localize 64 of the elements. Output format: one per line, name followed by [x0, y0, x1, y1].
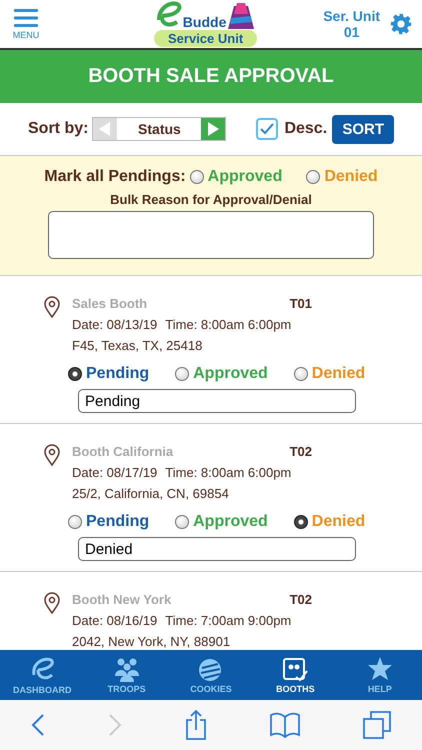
option-label: Approved — [193, 365, 268, 383]
booth-name: Sales Booth — [72, 296, 148, 311]
option-label: Denied — [312, 365, 366, 383]
logo-e-icon — [154, 0, 183, 30]
radio-button[interactable] — [175, 515, 190, 529]
booth-address: 2042, New York, NY, 88901 — [72, 634, 232, 649]
booth-time: Time: 7:00am 9:00pm — [165, 613, 292, 628]
radio-button[interactable] — [190, 170, 204, 184]
settings-icon[interactable] — [390, 13, 412, 35]
sort-value: Status — [137, 121, 182, 137]
logo-text: Budde — [182, 14, 226, 30]
tab[interactable]: TROOPS — [84, 650, 169, 700]
next-button[interactable] — [201, 118, 226, 140]
reason-field[interactable]: Pending — [78, 389, 356, 413]
left-arrow-icon — [99, 122, 112, 136]
help-star-icon — [366, 656, 393, 682]
location-pin-icon — [44, 592, 60, 614]
location-pin-icon — [44, 296, 60, 318]
reason-field[interactable]: Denied — [78, 537, 356, 561]
option-label: Approved — [193, 513, 268, 531]
check-icon — [260, 123, 274, 135]
desc-checkbox[interactable] — [256, 118, 278, 140]
booth-check-icon — [282, 656, 308, 682]
menu-button[interactable]: MENU — [10, 8, 42, 40]
tab[interactable]: BOOTHS — [253, 650, 338, 700]
booth-name: Booth New York — [72, 592, 172, 607]
troop-number: T01 — [290, 296, 312, 311]
booth-time: Time: 8:00am 6:00pm — [165, 317, 292, 332]
reason-label: Bulk Reason for Approval/Denial — [110, 192, 312, 207]
reason-field[interactable] — [48, 211, 374, 259]
radio-button[interactable] — [294, 367, 308, 381]
menu-icon — [14, 8, 38, 28]
bulk-label: Mark all Pendings: — [44, 168, 186, 186]
sort-button[interactable]: SORT — [332, 114, 394, 144]
unit-label: Ser. Unit 01 — [323, 8, 380, 40]
tab[interactable]: DASHBOARD — [0, 650, 84, 700]
troop-number: T02 — [290, 444, 312, 459]
booth-address: F45, Texas, TX, 25418 — [72, 338, 204, 353]
radio-button[interactable] — [68, 367, 82, 381]
option-label: Denied — [324, 168, 378, 186]
option-label: Pending — [86, 513, 150, 531]
booth-date: Date: 08/17/19 — [72, 465, 158, 480]
sort-label: Sort by: — [28, 120, 88, 138]
booth-date: Date: 08/13/19 — [72, 317, 158, 332]
radio-button[interactable] — [306, 170, 320, 184]
cookie-box-icon — [226, 2, 256, 30]
radio-button[interactable] — [294, 515, 308, 529]
booth-time: Time: 8:00am 6:00pm — [165, 465, 292, 480]
location-pin-icon — [44, 444, 60, 466]
option-label: Denied — [312, 513, 366, 531]
radio-button[interactable] — [175, 367, 190, 381]
radio-button[interactable] — [68, 515, 82, 529]
tab[interactable]: HELP — [338, 650, 422, 700]
booth-date: Date: 08/16/19 — [72, 613, 158, 628]
page-title: BOOTH SALE APPROVAL — [0, 50, 422, 103]
desc-label: Desc. — [284, 120, 328, 138]
logo-badge: Service Unit — [154, 30, 258, 46]
option-label: Approved — [208, 168, 282, 186]
troop-number: T02 — [290, 592, 312, 607]
booth-name: Booth California — [72, 444, 174, 459]
right-arrow-icon — [207, 122, 220, 136]
booth-address: 25/2, California, CN, 69854 — [72, 486, 230, 501]
option-label: Pending — [86, 365, 150, 383]
tab[interactable]: COOKIES — [168, 650, 254, 700]
